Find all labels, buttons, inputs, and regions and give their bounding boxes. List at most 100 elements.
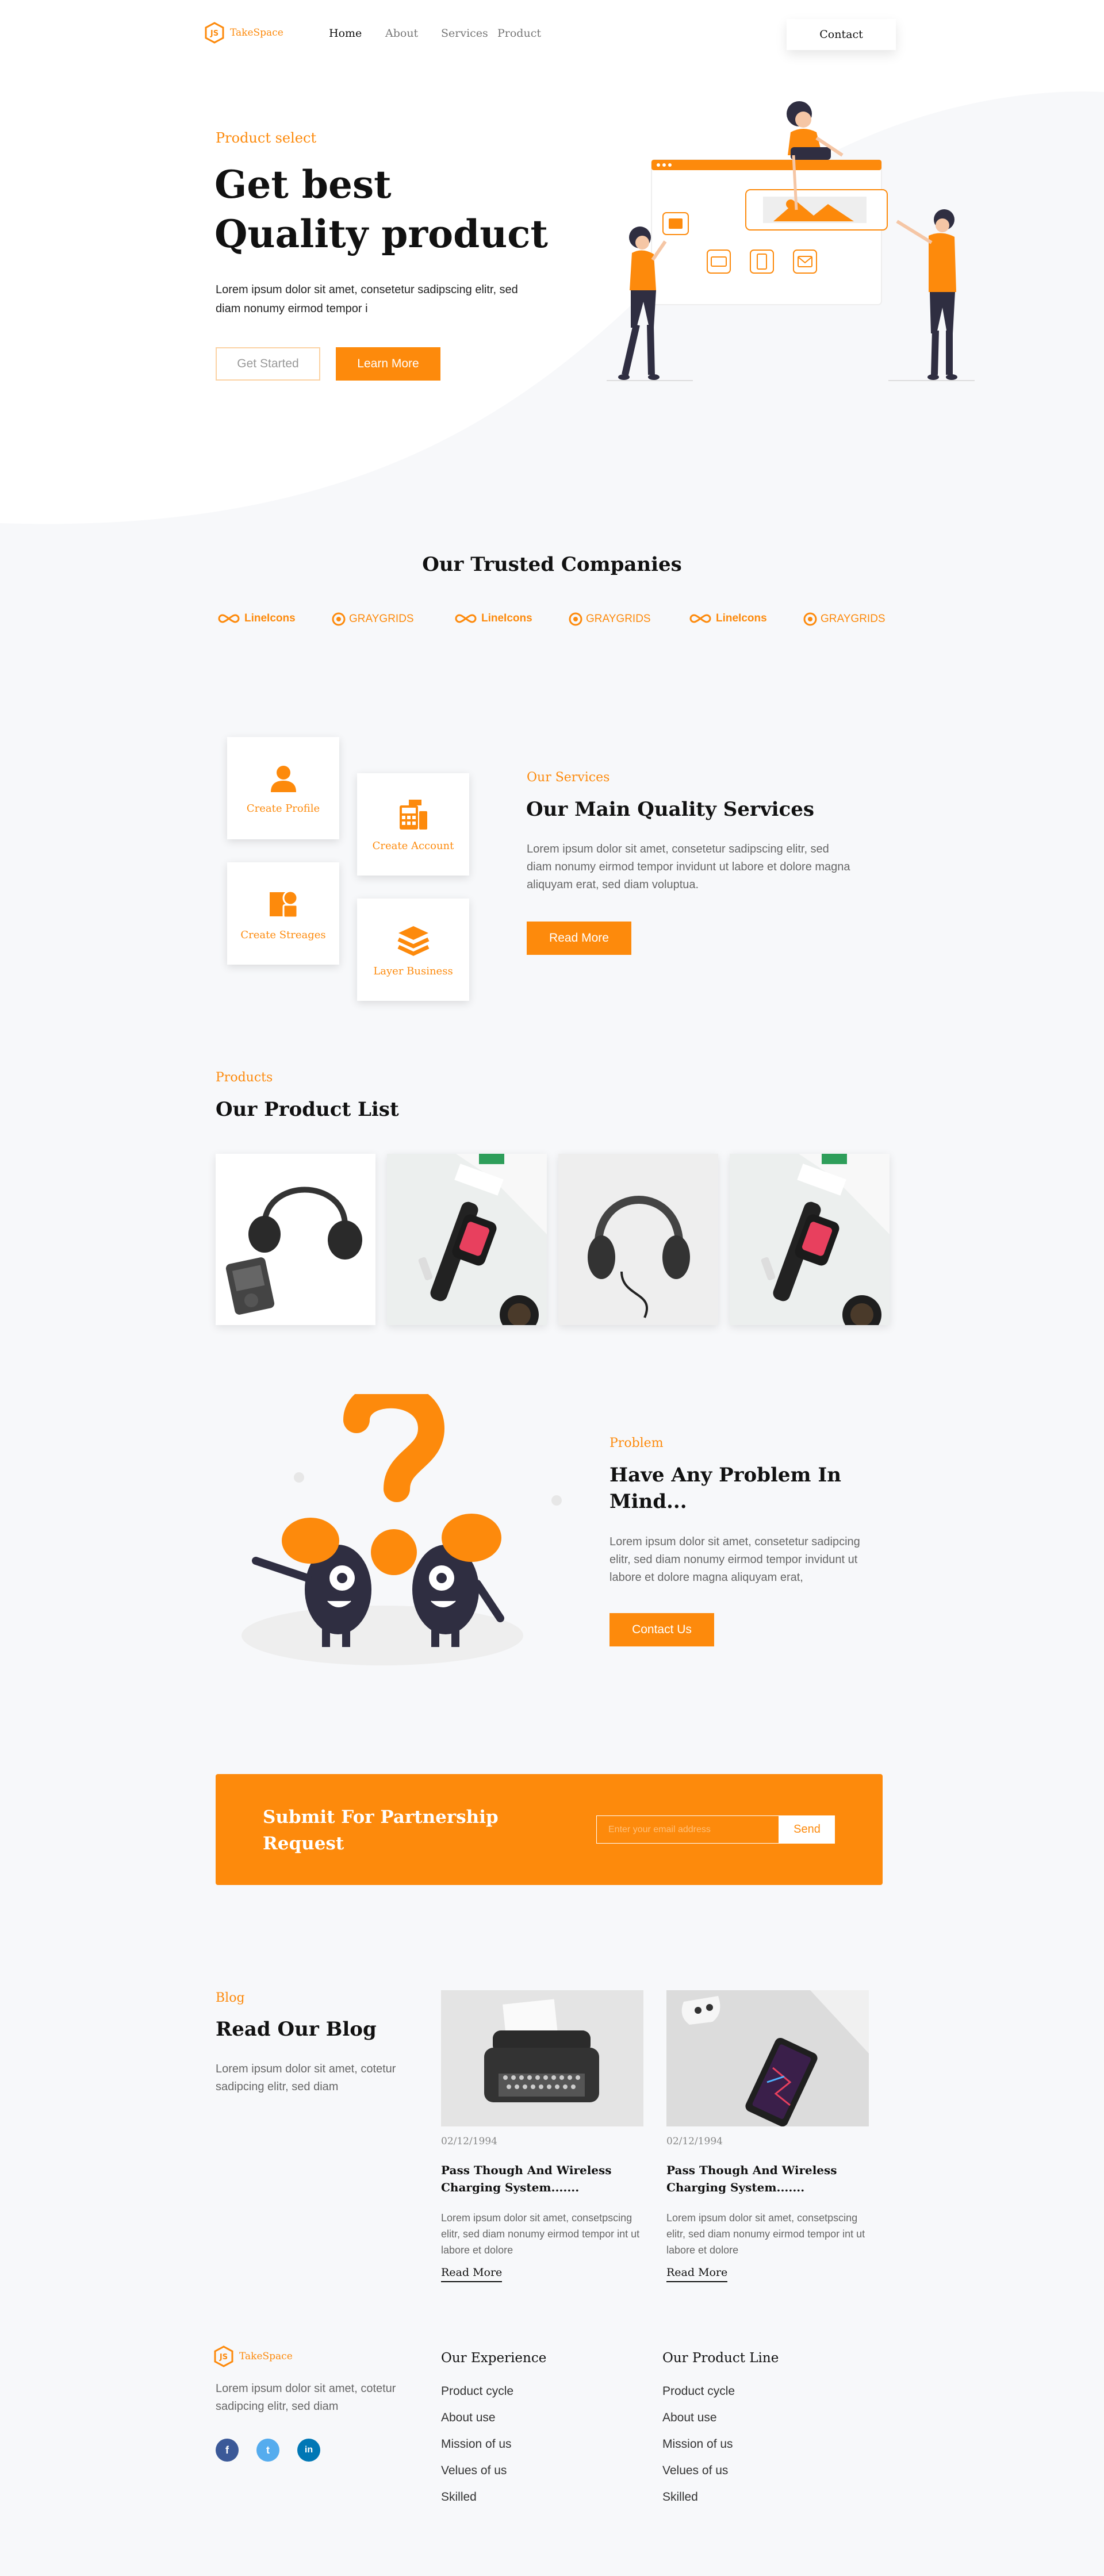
company-logo-lineicons: LineIcons	[687, 612, 767, 625]
nav-services[interactable]: Services	[441, 27, 488, 40]
service-card-label: Create Profile	[246, 802, 320, 815]
shapes-icon	[269, 890, 298, 918]
products-eyebrow: Products	[216, 1070, 273, 1085]
footer-link[interactable]: About use	[662, 2411, 735, 2437]
hero-title: Get best Quality product	[214, 160, 548, 259]
product-card-smartwatch-2[interactable]	[730, 1154, 890, 1325]
service-card-label: Layer Business	[373, 965, 453, 977]
partnership-title-line2: Request	[263, 1833, 344, 1854]
user-icon	[270, 765, 296, 792]
facebook-icon[interactable]: f	[216, 2439, 239, 2462]
product-image	[558, 1154, 718, 1325]
footer-link[interactable]: Product cycle	[662, 2385, 735, 2411]
partnership-banner: Submit For Partnership Request Send	[216, 1774, 883, 1885]
services-eyebrow: Our Services	[527, 770, 610, 785]
service-card-create-account[interactable]: Create Account	[357, 773, 469, 876]
blog-post-read-more-link[interactable]: Read More	[666, 2266, 728, 2282]
company-logo-graygrids: GRAYGRIDS	[569, 612, 651, 626]
footer-link[interactable]: Velues of us	[441, 2464, 513, 2490]
partnership-title: Submit For Partnership Request	[263, 1804, 499, 1857]
partnership-email-input[interactable]	[596, 1815, 779, 1844]
hero-title-line2: Quality product	[214, 212, 548, 256]
footer-link[interactable]: Mission of us	[441, 2437, 513, 2464]
problem-text: Lorem ipsum dolor sit amet, consetetur s…	[610, 1535, 860, 1584]
footer-col1-links: Product cycle About use Mission of us Ve…	[441, 2385, 513, 2517]
services-text: Lorem ipsum dolor sit amet, consetetur s…	[527, 843, 850, 891]
nav-home[interactable]: Home	[329, 27, 362, 40]
service-card-label: Create Account	[372, 839, 454, 852]
layers-icon	[397, 926, 429, 956]
linkedin-icon[interactable]: in	[297, 2439, 320, 2462]
twitter-icon[interactable]: t	[256, 2439, 279, 2462]
header: JS TakeSpace Home About Services Product…	[0, 0, 1104, 69]
blog-post-title[interactable]: Pass Though And Wireless Charging System…	[666, 2162, 862, 2196]
problem-title-line2: Mind...	[610, 1490, 687, 1513]
footer-brand-text: Lorem ipsum dolor sit amet, cotetur sadi…	[216, 2382, 396, 2413]
blog-post-text: Lorem ipsum dolor sit amet, consetpscing…	[441, 2212, 640, 2256]
company-logo-lineicons: LineIcons	[453, 612, 532, 625]
services-read-more-button[interactable]: Read More	[527, 922, 631, 955]
partnership-send-button[interactable]: Send	[779, 1815, 835, 1844]
blog-post-read-more-link[interactable]: Read More	[441, 2266, 503, 2282]
problem-title: Have Any Problem In Mind...	[610, 1462, 841, 1515]
footer-brand-logo[interactable]: JS TakeSpace	[214, 2345, 293, 2367]
company-logo-text: LineIcons	[244, 612, 296, 624]
blog-title: Read Our Blog	[216, 2018, 377, 2041]
hero-eyebrow: Product select	[216, 130, 317, 146]
nav-product[interactable]: Product	[497, 27, 541, 40]
hero-text: Lorem ipsum dolor sit amet, consetetur s…	[216, 283, 518, 315]
footer-link[interactable]: Velues of us	[662, 2464, 735, 2490]
graygrids-icon	[803, 612, 817, 626]
product-card-headphones-player[interactable]	[216, 1154, 375, 1325]
trusted-logos: LineIcons GRAYGRIDS LineIcons GRAYGRIDS …	[216, 612, 888, 629]
footer-link[interactable]: Mission of us	[662, 2437, 735, 2464]
company-logo-text: LineIcons	[481, 612, 532, 624]
company-logo-text: GRAYGRIDS	[586, 613, 651, 625]
infinity-icon	[455, 614, 477, 623]
svg-text:JS: JS	[219, 2353, 228, 2362]
brand-logo[interactable]: JS TakeSpace	[205, 22, 283, 44]
problem-illustration	[241, 1394, 562, 1665]
product-image	[730, 1154, 890, 1325]
company-logo-text: LineIcons	[716, 612, 767, 624]
hero-title-line1: Get best	[214, 162, 392, 207]
blog-post-image-typewriter	[441, 1990, 643, 2126]
svg-text:JS: JS	[210, 29, 218, 38]
footer-link[interactable]: Skilled	[662, 2490, 735, 2517]
footer-link[interactable]: About use	[441, 2411, 513, 2437]
brand-name: TakeSpace	[230, 27, 283, 39]
blog-post-date: 02/12/1994	[441, 2136, 497, 2147]
graygrids-icon	[332, 612, 346, 626]
blog-post-title[interactable]: Pass Though And Wireless Charging System…	[441, 2162, 637, 2196]
js-hexagon-icon: JS	[214, 2345, 233, 2367]
blog-post-card[interactable]: 02/12/1994 Pass Though And Wireless Char…	[441, 1990, 643, 2289]
graygrids-icon	[569, 612, 582, 626]
footer-col2-title: Our Product Line	[662, 2351, 779, 2366]
footer-col2-links: Product cycle About use Mission of us Ve…	[662, 2385, 735, 2517]
partnership-title-line1: Submit For Partnership	[263, 1807, 499, 1828]
js-hexagon-icon: JS	[205, 22, 224, 44]
learn-more-button[interactable]: Learn More	[336, 347, 440, 381]
contact-us-button[interactable]: Contact Us	[610, 1613, 714, 1646]
blog-post-card[interactable]: 02/12/1994 Pass Though And Wireless Char…	[666, 1990, 869, 2289]
product-card-smartwatch[interactable]	[387, 1154, 547, 1325]
footer-link[interactable]: Product cycle	[441, 2385, 513, 2411]
get-started-button[interactable]: Get Started	[216, 347, 320, 381]
hero-illustration	[607, 101, 975, 381]
service-card-create-profile[interactable]: Create Profile	[227, 737, 339, 839]
contact-button[interactable]: Contact	[787, 19, 896, 50]
trusted-title: Our Trusted Companies	[422, 553, 682, 576]
footer-link[interactable]: Skilled	[441, 2490, 513, 2517]
blog-post-image-phone	[666, 1990, 869, 2126]
nav-about[interactable]: About	[385, 27, 418, 40]
company-logo-text: GRAYGRIDS	[821, 613, 885, 625]
service-card-layer-business[interactable]: Layer Business	[357, 899, 469, 1001]
infinity-icon	[689, 614, 711, 623]
blog-post-date: 02/12/1994	[666, 2136, 723, 2147]
service-card-create-streages[interactable]: Create Streages	[227, 862, 339, 965]
footer-col1-title: Our Experience	[441, 2351, 547, 2366]
company-logo-text: GRAYGRIDS	[349, 613, 414, 625]
blog-text: Lorem ipsum dolor sit amet, cotetur sadi…	[216, 2063, 396, 2093]
problem-title-line1: Have Any Problem In	[610, 1464, 841, 1487]
product-card-headphones[interactable]	[558, 1154, 718, 1325]
